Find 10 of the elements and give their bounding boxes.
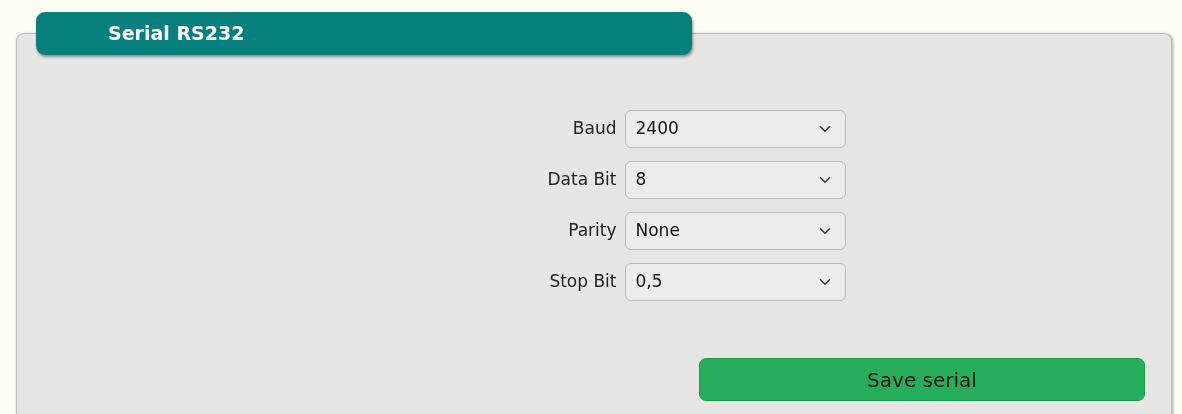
panel-title: Serial RS232 [108, 21, 245, 47]
dropdown[interactable]: 0,5 [624, 263, 846, 301]
field-label: Parity [567, 219, 617, 243]
save-button[interactable]: Save serial [699, 358, 1145, 401]
dropdown[interactable]: 2400 [624, 110, 846, 148]
dropdown[interactable]: 8 [624, 161, 846, 199]
dropdown[interactable]: None [624, 212, 846, 250]
field-label: Baud [571, 117, 617, 141]
field-label: Stop Bit [548, 270, 617, 294]
field-label: Data Bit [546, 168, 617, 192]
